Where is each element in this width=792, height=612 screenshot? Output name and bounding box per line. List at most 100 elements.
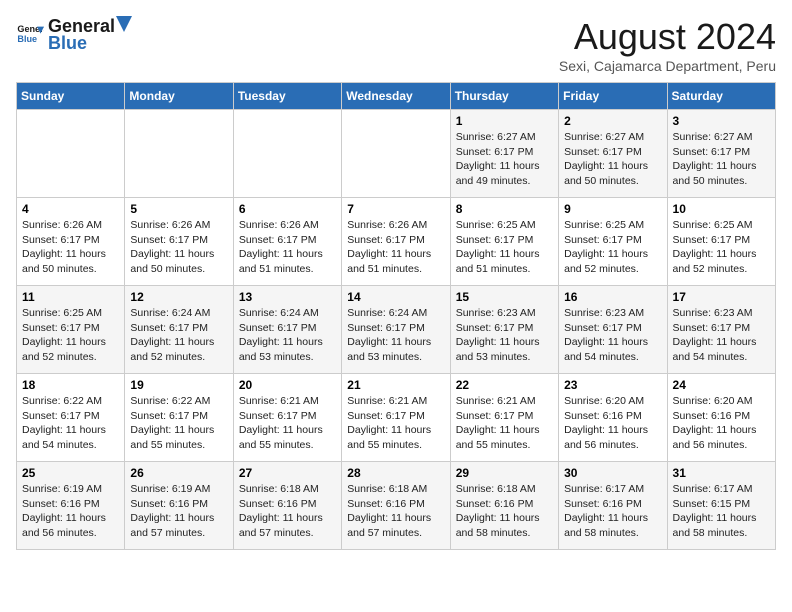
day-info: Sunrise: 6:24 AMSunset: 6:17 PMDaylight:… [347, 306, 444, 365]
calendar-cell: 15Sunrise: 6:23 AMSunset: 6:17 PMDayligh… [450, 286, 558, 374]
day-number: 8 [456, 202, 553, 216]
header-friday: Friday [559, 83, 667, 110]
day-info: Sunrise: 6:23 AMSunset: 6:17 PMDaylight:… [673, 306, 770, 365]
day-number: 9 [564, 202, 661, 216]
day-info: Sunrise: 6:20 AMSunset: 6:16 PMDaylight:… [673, 394, 770, 453]
calendar-cell: 2 Sunrise: 6:27 AMSunset: 6:17 PMDaylight… [559, 110, 667, 198]
calendar-cell [125, 110, 233, 198]
day-number: 20 [239, 378, 336, 392]
calendar-cell [342, 110, 450, 198]
calendar-week-row: 18 Sunrise: 6:22 AMSunset: 6:17 PMDayligh… [17, 374, 776, 462]
svg-text:Blue: Blue [17, 34, 37, 44]
calendar-cell [17, 110, 125, 198]
header-wednesday: Wednesday [342, 83, 450, 110]
day-info: Sunrise: 6:19 AMSunset: 6:16 PMDaylight:… [130, 482, 227, 541]
day-info: Sunrise: 6:26 AMSunset: 6:17 PMDaylight:… [347, 218, 444, 277]
calendar-week-row: 4 Sunrise: 6:26 AMSunset: 6:17 PMDaylight… [17, 198, 776, 286]
calendar-cell: 5 Sunrise: 6:26 AMSunset: 6:17 PMDaylight… [125, 198, 233, 286]
day-number: 16 [564, 290, 661, 304]
calendar-cell: 11 Sunrise: 6:25 AMSunset: 6:17 PMDayligh… [17, 286, 125, 374]
day-number: 31 [673, 466, 770, 480]
calendar-cell: 29 Sunrise: 6:18 AMSunset: 6:16 PMDayligh… [450, 462, 558, 550]
day-info: Sunrise: 6:26 AMSunset: 6:17 PMDaylight:… [130, 218, 227, 277]
calendar-table: SundayMondayTuesdayWednesdayThursdayFrid… [16, 82, 776, 550]
day-number: 6 [239, 202, 336, 216]
day-number: 4 [22, 202, 119, 216]
day-number: 15 [456, 290, 553, 304]
calendar-cell: 13 Sunrise: 6:24 AMSunset: 6:17 PMDayligh… [233, 286, 341, 374]
day-info: Sunrise: 6:24 AMSunset: 6:17 PMDaylight:… [130, 306, 227, 365]
calendar-cell: 24 Sunrise: 6:20 AMSunset: 6:16 PMDayligh… [667, 374, 775, 462]
day-info: Sunrise: 6:27 AMSunset: 6:17 PMDaylight:… [673, 130, 770, 189]
day-number: 10 [673, 202, 770, 216]
calendar-cell: 14 Sunrise: 6:24 AMSunset: 6:17 PMDayligh… [342, 286, 450, 374]
calendar-cell: 12 Sunrise: 6:24 AMSunset: 6:17 PMDayligh… [125, 286, 233, 374]
day-number: 18 [22, 378, 119, 392]
calendar-cell: 23Sunrise: 6:20 AMSunset: 6:16 PMDayligh… [559, 374, 667, 462]
title-block: August 2024 Sexi, Cajamarca Department, … [559, 16, 776, 74]
calendar-cell: 3 Sunrise: 6:27 AMSunset: 6:17 PMDaylight… [667, 110, 775, 198]
day-number: 28 [347, 466, 444, 480]
day-info: Sunrise: 6:22 AMSunset: 6:17 PMDaylight:… [130, 394, 227, 453]
calendar-cell: 21Sunrise: 6:21 AMSunset: 6:17 PMDayligh… [342, 374, 450, 462]
day-info: Sunrise: 6:25 AMSunset: 6:17 PMDaylight:… [22, 306, 119, 365]
day-number: 29 [456, 466, 553, 480]
logo-icon: General Blue [16, 21, 44, 49]
calendar-cell: 25 Sunrise: 6:19 AMSunset: 6:16 PMDayligh… [17, 462, 125, 550]
day-number: 5 [130, 202, 227, 216]
header-tuesday: Tuesday [233, 83, 341, 110]
day-number: 1 [456, 114, 553, 128]
calendar-week-row: 25 Sunrise: 6:19 AMSunset: 6:16 PMDayligh… [17, 462, 776, 550]
day-number: 25 [22, 466, 119, 480]
day-number: 2 [564, 114, 661, 128]
page-header: General Blue General Blue August 2024 Se… [16, 16, 776, 74]
location: Sexi, Cajamarca Department, Peru [559, 58, 776, 74]
day-info: Sunrise: 6:20 AMSunset: 6:16 PMDaylight:… [564, 394, 661, 453]
day-number: 22 [456, 378, 553, 392]
calendar-cell: 10Sunrise: 6:25 AMSunset: 6:17 PMDayligh… [667, 198, 775, 286]
calendar-cell: 26 Sunrise: 6:19 AMSunset: 6:16 PMDayligh… [125, 462, 233, 550]
day-info: Sunrise: 6:19 AMSunset: 6:16 PMDaylight:… [22, 482, 119, 541]
header-saturday: Saturday [667, 83, 775, 110]
month-title: August 2024 [559, 16, 776, 58]
calendar-cell: 27 Sunrise: 6:18 AMSunset: 6:16 PMDayligh… [233, 462, 341, 550]
calendar-cell: 30Sunrise: 6:17 AMSunset: 6:16 PMDayligh… [559, 462, 667, 550]
day-info: Sunrise: 6:18 AMSunset: 6:16 PMDaylight:… [239, 482, 336, 541]
calendar-cell: 19 Sunrise: 6:22 AMSunset: 6:17 PMDayligh… [125, 374, 233, 462]
day-info: Sunrise: 6:25 AMSunset: 6:17 PMDaylight:… [564, 218, 661, 277]
logo: General Blue General Blue [16, 16, 133, 54]
day-info: Sunrise: 6:27 AMSunset: 6:17 PMDaylight:… [564, 130, 661, 189]
calendar-cell: 20Sunrise: 6:21 AMSunset: 6:17 PMDayligh… [233, 374, 341, 462]
day-number: 13 [239, 290, 336, 304]
day-number: 3 [673, 114, 770, 128]
calendar-week-row: 11 Sunrise: 6:25 AMSunset: 6:17 PMDayligh… [17, 286, 776, 374]
calendar-cell: 7Sunrise: 6:26 AMSunset: 6:17 PMDaylight… [342, 198, 450, 286]
day-number: 11 [22, 290, 119, 304]
day-number: 19 [130, 378, 227, 392]
day-number: 27 [239, 466, 336, 480]
logo-triangle-icon [116, 16, 132, 32]
calendar-cell: 28 Sunrise: 6:18 AMSunset: 6:16 PMDayligh… [342, 462, 450, 550]
day-info: Sunrise: 6:22 AMSunset: 6:17 PMDaylight:… [22, 394, 119, 453]
day-number: 12 [130, 290, 227, 304]
day-info: Sunrise: 6:26 AMSunset: 6:17 PMDaylight:… [22, 218, 119, 277]
day-info: Sunrise: 6:17 AMSunset: 6:15 PMDaylight:… [673, 482, 770, 541]
day-info: Sunrise: 6:26 AMSunset: 6:17 PMDaylight:… [239, 218, 336, 277]
day-number: 26 [130, 466, 227, 480]
header-sunday: Sunday [17, 83, 125, 110]
calendar-cell: 31 Sunrise: 6:17 AMSunset: 6:15 PMDayligh… [667, 462, 775, 550]
day-info: Sunrise: 6:18 AMSunset: 6:16 PMDaylight:… [456, 482, 553, 541]
day-info: Sunrise: 6:21 AMSunset: 6:17 PMDaylight:… [347, 394, 444, 453]
day-info: Sunrise: 6:21 AMSunset: 6:17 PMDaylight:… [456, 394, 553, 453]
calendar-cell: 6 Sunrise: 6:26 AMSunset: 6:17 PMDaylight… [233, 198, 341, 286]
day-info: Sunrise: 6:24 AMSunset: 6:17 PMDaylight:… [239, 306, 336, 365]
day-number: 14 [347, 290, 444, 304]
day-info: Sunrise: 6:17 AMSunset: 6:16 PMDaylight:… [564, 482, 661, 541]
day-info: Sunrise: 6:18 AMSunset: 6:16 PMDaylight:… [347, 482, 444, 541]
day-number: 24 [673, 378, 770, 392]
calendar-cell: 22 Sunrise: 6:21 AMSunset: 6:17 PMDayligh… [450, 374, 558, 462]
day-info: Sunrise: 6:25 AMSunset: 6:17 PMDaylight:… [456, 218, 553, 277]
calendar-cell: 18 Sunrise: 6:22 AMSunset: 6:17 PMDayligh… [17, 374, 125, 462]
day-number: 17 [673, 290, 770, 304]
calendar-header-row: SundayMondayTuesdayWednesdayThursdayFrid… [17, 83, 776, 110]
